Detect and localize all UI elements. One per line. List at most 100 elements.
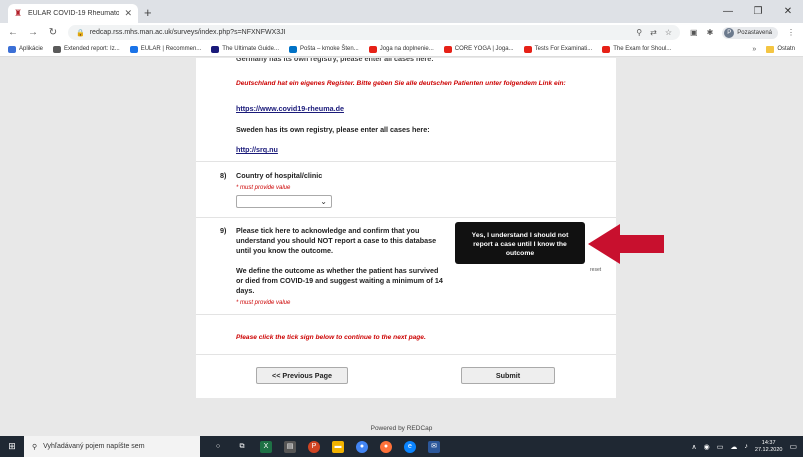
divider (196, 217, 616, 218)
close-window-icon[interactable]: ✕ (773, 0, 803, 23)
bookmark-star-icon[interactable]: ☆ (665, 28, 672, 37)
submit-button[interactable]: Submit (461, 367, 555, 384)
other-bookmarks[interactable]: Ostatn (766, 45, 795, 53)
other-bookmarks-label: Ostatn (777, 46, 795, 52)
question-number: 9) (220, 226, 227, 235)
previous-page-button[interactable]: << Previous Page (256, 367, 348, 384)
bookmark-favicon-icon (368, 45, 377, 53)
bookmark-item[interactable]: Joga na doplnenie... (368, 45, 434, 53)
reset-link[interactable]: reset (590, 267, 601, 273)
sweden-registry-text: Sweden has its own registry, please ente… (236, 125, 430, 134)
browser-tab-strip: ♜ EULAR COVID-19 Rheumatologic ✕ + — ❐ ✕ (0, 0, 803, 23)
bookmark-item[interactable]: EULAR | Recommen... (129, 45, 202, 53)
notifications-icon[interactable]: ▭ (789, 442, 797, 451)
divider (196, 314, 616, 315)
profile-button[interactable]: P Pozastavená (722, 26, 778, 39)
acknowledge-question-label: Please tick here to acknowledge and conf… (236, 226, 437, 255)
folder-icon (766, 45, 775, 53)
reload-icon[interactable]: ↻ (48, 27, 58, 38)
divider (196, 161, 616, 162)
bookmarks-bar: Aplikácie Extended report: Iz... EULAR | R… (0, 42, 803, 57)
wifi-icon[interactable]: ☁ (730, 443, 737, 451)
back-icon[interactable]: ← (8, 27, 18, 38)
search-icon: ⚲ (32, 443, 38, 451)
location-icon[interactable]: ⚲ (636, 28, 642, 37)
bookmark-item[interactable]: The Ultimate Guide... (211, 45, 279, 53)
bookmark-label: The Ultimate Guide... (222, 46, 279, 52)
divider (196, 354, 616, 355)
bookmark-item[interactable]: Extended report: Iz... (53, 45, 120, 53)
required-note: * must provide value (236, 300, 291, 306)
bookmark-favicon-icon (602, 45, 611, 53)
red-arrow-shaft (619, 235, 664, 253)
edge-icon[interactable]: e (404, 440, 416, 453)
windows-taskbar: ⊞ ⚲ Vyhľadávaný pojem napíšte sem ○ ⧉ X … (0, 436, 803, 457)
task-view-icon[interactable]: ⧉ (236, 441, 248, 453)
close-tab-icon[interactable]: ✕ (124, 8, 132, 19)
volume-icon[interactable]: ♪ (744, 443, 748, 450)
excel-icon[interactable]: X (260, 440, 272, 453)
search-placeholder: Vyhľadávaný pojem napíšte sem (43, 443, 145, 450)
system-tray: ∧ ◉ ▭ ☁ ♪ 14:37 27.12.2020 ▭ (692, 440, 803, 454)
restore-icon[interactable]: ❐ (743, 0, 773, 23)
extension-icon[interactable]: ▣ (690, 28, 698, 37)
bookmark-item[interactable]: CORE YOGA | Joga... (443, 45, 514, 53)
country-select[interactable]: ⌄ (236, 195, 332, 208)
bookmark-item[interactable]: Tests For Examinati... (523, 45, 592, 53)
taskbar-search-input[interactable]: ⚲ Vyhľadávaný pojem napíšte sem (24, 436, 200, 457)
acknowledge-checkbox-option[interactable]: Yes, I understand I should not report a … (455, 222, 585, 264)
firefox-icon[interactable]: ● (380, 440, 392, 453)
lock-icon[interactable]: 🔒 (76, 29, 85, 37)
browser-tab[interactable]: ♜ EULAR COVID-19 Rheumatologic ✕ (8, 4, 138, 23)
tick-instruction: Please click the tick sign below to cont… (236, 334, 426, 341)
bookmark-label: EULAR | Recommen... (140, 46, 202, 52)
cortana-icon[interactable]: ○ (212, 441, 224, 453)
browser-toolbar: ← → ↻ 🔒 redcap.rss.mhs.man.ac.uk/surveys… (0, 23, 803, 42)
chevron-down-icon: ⌄ (320, 197, 327, 206)
redcap-favicon-icon: ♜ (14, 8, 23, 18)
bookmark-label: Aplikácie (19, 46, 44, 52)
battery-icon[interactable]: ▭ (717, 443, 724, 451)
network-icon[interactable]: ◉ (704, 443, 710, 451)
clock-date: 27.12.2020 (754, 446, 783, 453)
bookmark-label: Extended report: Iz... (64, 46, 120, 52)
bookmark-label: Joga na doplnenie... (379, 46, 434, 52)
bookmark-item[interactable]: Pošta – kmoke Šten... (289, 45, 359, 53)
profile-name: Pozastavená (737, 29, 772, 36)
powerpoint-icon[interactable]: P (308, 440, 320, 453)
url-text: redcap.rss.mhs.man.ac.uk/surveys/index.p… (89, 29, 286, 36)
outcome-definition-text: We define the outcome as whether the pat… (236, 266, 443, 295)
puzzle-extensions-icon[interactable]: ✱ (707, 28, 714, 37)
store-icon[interactable]: ▤ (284, 440, 296, 453)
clock-time: 14:37 (761, 439, 776, 446)
chrome-icon[interactable]: ● (356, 440, 368, 453)
outlook-icon[interactable]: ✉ (428, 440, 440, 453)
red-arrow-pointer (588, 224, 620, 264)
bookmark-item[interactable]: The Exam for Shoul... (602, 45, 671, 53)
bookmark-favicon-icon (289, 45, 297, 53)
bookmarks-more-icon[interactable]: » (752, 46, 756, 53)
bookmark-favicon-icon (211, 45, 220, 53)
tray-chevron-icon[interactable]: ∧ (692, 443, 697, 451)
sweden-registry-link[interactable]: http://srq.nu (236, 145, 278, 155)
menu-kebab-icon[interactable]: ⋮ (787, 28, 795, 37)
germany-note: Deutschland hat ein eigenes Register. Bi… (236, 80, 566, 87)
required-note: * must provide value (236, 185, 291, 191)
windows-start-icon[interactable]: ⊞ (0, 441, 24, 452)
bookmark-item[interactable]: Aplikácie (8, 45, 44, 53)
bookmark-favicon-icon (523, 45, 532, 53)
page-content: Germany has its own registry, please ent… (0, 58, 803, 435)
translate-icon[interactable]: ⇄ (650, 28, 657, 37)
country-question-label: Country of hospital/clinic (236, 171, 323, 180)
clock[interactable]: 14:37 27.12.2020 (755, 440, 783, 454)
address-bar[interactable]: 🔒 redcap.rss.mhs.man.ac.uk/surveys/index… (68, 25, 681, 40)
new-tab-icon[interactable]: + (144, 5, 152, 20)
forward-icon[interactable]: → (28, 27, 38, 38)
bookmark-favicon-icon (129, 45, 138, 53)
germany-registry-link[interactable]: https://www.covid19-rheuma.de (236, 104, 344, 114)
minimize-icon[interactable]: — (713, 0, 743, 23)
powered-by-footer: Powered by REDCap (370, 425, 433, 432)
file-explorer-icon[interactable]: ▬ (332, 440, 344, 453)
bookmark-favicon-icon (8, 45, 16, 53)
avatar: P (724, 27, 735, 38)
